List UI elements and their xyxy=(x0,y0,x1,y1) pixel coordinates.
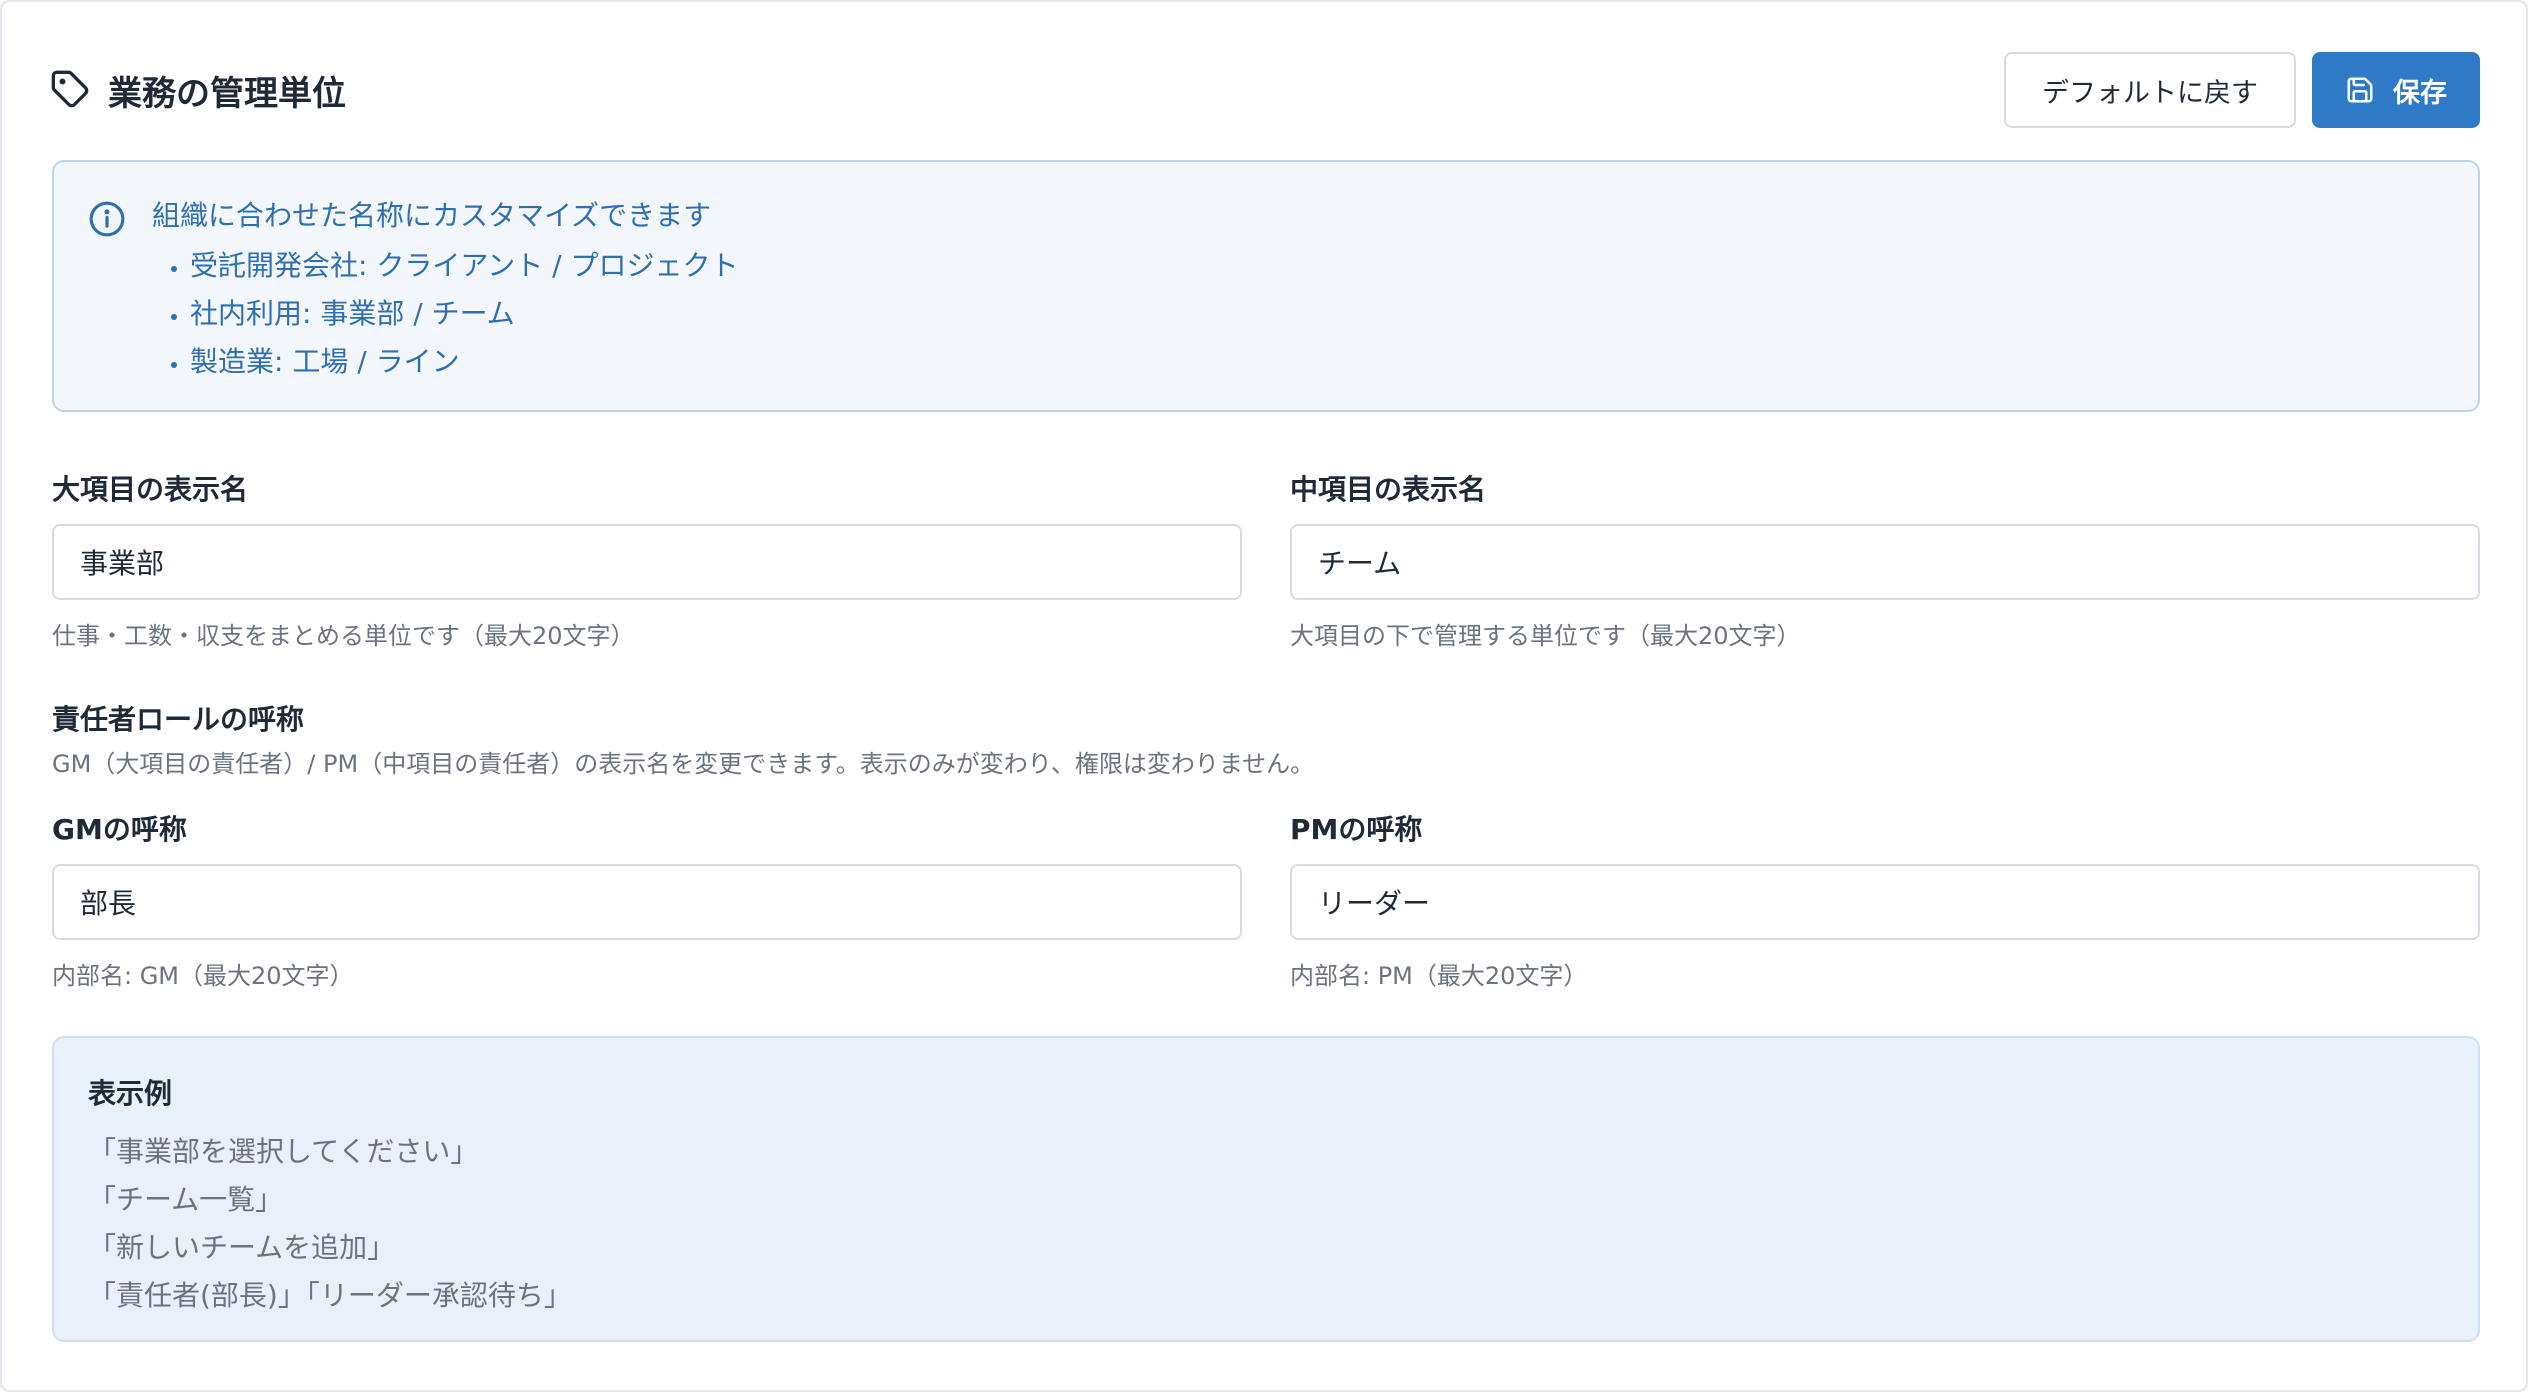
info-icon xyxy=(88,200,126,238)
save-icon xyxy=(2345,75,2393,105)
example-lines: 「事業部を選択してください」 「チーム一覧」 「新しいチームを追加」 「責任者(… xyxy=(88,1128,572,1320)
example-line: 「チーム一覧」 xyxy=(88,1183,284,1216)
card-header: 業務の管理単位 デフォルトに戻す 保存 xyxy=(50,52,2480,128)
gm-title-label: GMの呼称 xyxy=(52,813,187,846)
page-title: 業務の管理単位 xyxy=(108,74,346,114)
example-title: 表示例 xyxy=(88,1077,173,1110)
pm-title-input[interactable]: リーダー xyxy=(1290,864,2480,940)
middle-name-label: 中項目の表示名 xyxy=(1290,473,1487,506)
pm-title-hint: 内部名: PM（最大20文字） xyxy=(1290,962,1588,990)
major-name-input[interactable]: 事業部 xyxy=(52,524,1242,600)
save-button[interactable]: 保存 xyxy=(2312,52,2480,128)
pm-title-label: PMの呼称 xyxy=(1290,813,1423,846)
info-box: 組織に合わせた名称にカスタマイズできます 受託開発会社: クライアント / プロ… xyxy=(52,160,2480,412)
roles-section-description: GM（大項目の責任者）/ PM（中項目の責任者）の表示名を変更できます。表示のみ… xyxy=(52,750,1315,778)
roles-section-title: 責任者ロールの呼称 xyxy=(52,703,305,736)
example-box: 表示例 「事業部を選択してください」 「チーム一覧」 「新しいチームを追加」 「… xyxy=(52,1036,2480,1342)
example-line: 「新しいチームを追加」 xyxy=(88,1231,396,1264)
list-item: 社内利用: 事業部 / チーム xyxy=(190,290,738,338)
title-group: 業務の管理単位 xyxy=(50,66,346,115)
reset-default-button[interactable]: デフォルトに戻す xyxy=(2004,52,2296,128)
example-line: 「責任者(部長)」「リーダー承認待ち」 xyxy=(88,1279,572,1312)
major-name-hint: 仕事・工数・収支をまとめる単位です（最大20文字） xyxy=(52,622,635,650)
middle-name-input[interactable]: チーム xyxy=(1290,524,2480,600)
settings-card: 業務の管理単位 デフォルトに戻す 保存 組織に合わせた名称にカスタマイズできます xyxy=(0,0,2528,1392)
save-button-label: 保存 xyxy=(2393,77,2447,109)
info-title: 組織に合わせた名称にカスタマイズできます xyxy=(152,199,712,232)
list-item: 製造業: 工場 / ライン xyxy=(190,338,738,386)
list-item: 受託開発会社: クライアント / プロジェクト xyxy=(190,242,738,290)
example-line: 「事業部を選択してください」 xyxy=(88,1135,479,1168)
info-list: 受託開発会社: クライアント / プロジェクト 社内利用: 事業部 / チーム … xyxy=(152,242,738,386)
major-name-label: 大項目の表示名 xyxy=(52,473,249,506)
gm-title-hint: 内部名: GM（最大20文字） xyxy=(52,962,354,990)
middle-name-hint: 大項目の下で管理する単位です（最大20文字） xyxy=(1290,622,1801,650)
gm-title-input[interactable]: 部長 xyxy=(52,864,1242,940)
tag-icon xyxy=(50,69,90,113)
